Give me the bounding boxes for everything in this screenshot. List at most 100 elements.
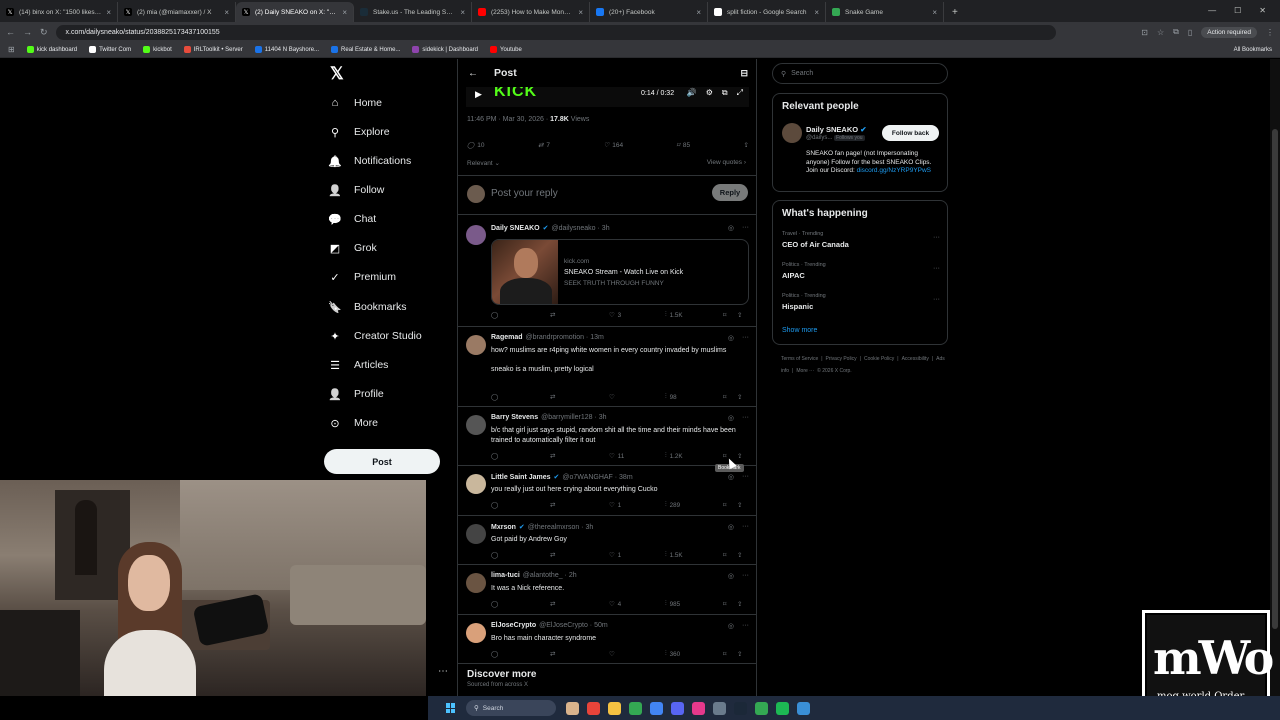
reply-author-name[interactable]: Daily SNEAKO xyxy=(491,225,540,232)
views-button[interactable]: ⫶ 1.5K xyxy=(665,551,723,559)
repost-stat[interactable]: ⇄ 7 xyxy=(538,141,550,150)
trend-item[interactable]: Politics · Trending Hispanic ··· xyxy=(782,293,940,311)
browser-tab[interactable]: Stake.us - The Leading Social C × xyxy=(354,2,472,22)
link-preview-card[interactable]: kick.com SNEAKO Stream - Watch Live on Ki… xyxy=(491,239,749,305)
discord-link[interactable]: discord.gg/NzYRP9YPwS xyxy=(857,167,931,174)
taskbar-app-icon[interactable] xyxy=(797,701,810,715)
like-button[interactable]: ♡ 1 xyxy=(609,502,665,509)
bookmark-icon[interactable]: ⌑ xyxy=(723,552,737,559)
reply-stat[interactable]: ◯ 10 xyxy=(467,141,485,150)
search-input[interactable]: ⚲ Search xyxy=(772,63,948,84)
close-tab-icon[interactable]: × xyxy=(696,8,701,17)
minimize-icon[interactable]: — xyxy=(1208,6,1216,15)
all-bookmarks-link[interactable]: All Bookmarks xyxy=(1234,47,1272,53)
more-options-icon[interactable]: ··· xyxy=(933,234,940,241)
sidebar-item-grok[interactable]: ◩ Grok xyxy=(328,241,377,255)
more-options-icon[interactable]: ··· xyxy=(933,265,940,272)
grok-icon[interactable]: ◎ xyxy=(728,523,734,531)
back-arrow-icon[interactable]: ← xyxy=(6,27,15,37)
sidebar-item-notifications[interactable]: 🔔 Notifications xyxy=(328,154,411,168)
grok-icon[interactable]: ◎ xyxy=(728,414,734,422)
reply-tweet[interactable]: Ragemad @brandrpromotion · 13m ◎ ··· how? mu… xyxy=(458,327,756,407)
browser-tab[interactable]: split fiction - Google Search × xyxy=(708,2,826,22)
sidebar-item-follow[interactable]: 👤 Follow xyxy=(328,183,384,197)
share-icon[interactable]: ⇪ xyxy=(737,651,742,658)
sidebar-item-explore[interactable]: ⚲ Explore xyxy=(328,125,390,139)
repost-icon[interactable]: ⇄ xyxy=(550,502,609,509)
back-arrow-icon[interactable]: ← xyxy=(468,68,478,79)
reply-author-name[interactable]: Barry Stevens xyxy=(491,414,538,421)
taskbar-app-icon[interactable] xyxy=(692,701,705,715)
like-button[interactable]: ♡ 1 xyxy=(609,552,665,559)
discord-icon[interactable] xyxy=(671,701,684,715)
avatar[interactable] xyxy=(466,623,486,643)
bookmark-item[interactable]: sidekick | Dashboard xyxy=(412,46,478,53)
view-quotes-link[interactable]: View quotes › xyxy=(707,159,746,166)
views-button[interactable]: ⫶ 1.2K xyxy=(665,452,723,460)
reply-icon[interactable]: ◯ xyxy=(491,601,550,608)
bookmark-item[interactable]: 11404 N Bayshore... xyxy=(254,46,319,53)
browser-tab[interactable]: (20+) Facebook × xyxy=(590,2,708,22)
bookmark-icon[interactable]: ⌑ xyxy=(723,651,737,658)
taskbar-app-icon[interactable] xyxy=(566,701,579,715)
reply-icon[interactable]: ◯ xyxy=(491,502,550,509)
avatar[interactable] xyxy=(466,573,486,593)
spotify-icon[interactable] xyxy=(776,701,789,715)
action-required-button[interactable]: Action required xyxy=(1201,26,1257,38)
avatar[interactable] xyxy=(466,524,486,544)
play-icon[interactable]: ▶ xyxy=(475,89,482,100)
reply-input[interactable]: Post your reply xyxy=(491,188,558,199)
extension-icon[interactable]: ⧉ xyxy=(1173,27,1179,37)
share-icon[interactable]: ⇪ xyxy=(737,601,742,608)
views-button[interactable]: ⫶ 1.5K xyxy=(665,311,723,319)
repost-icon[interactable]: ⇄ xyxy=(550,394,609,401)
views-button[interactable]: ⫶ 985 xyxy=(665,600,723,608)
repost-icon[interactable]: ⇄ xyxy=(550,312,609,319)
trend-item[interactable]: Politics · Trending AIPAC ··· xyxy=(782,262,940,280)
repost-icon[interactable]: ⇄ xyxy=(550,453,609,460)
bookmark-item[interactable]: kick dashboard xyxy=(26,46,77,53)
close-tab-icon[interactable]: × xyxy=(578,8,583,17)
more-options-icon[interactable]: ··· xyxy=(742,473,749,481)
settings-icon[interactable]: ⚙ xyxy=(706,88,713,98)
reply-author-name[interactable]: Little Saint James xyxy=(491,474,551,481)
taskbar-app-icon[interactable] xyxy=(629,701,642,715)
share-icon[interactable]: ⇪ xyxy=(737,552,742,559)
sidebar-item-profile[interactable]: 👤 Profile xyxy=(328,387,384,401)
taskbar-app-icon[interactable] xyxy=(587,701,600,715)
taskbar-app-icon[interactable] xyxy=(755,701,768,715)
windows-start-icon[interactable] xyxy=(446,703,456,713)
avatar[interactable] xyxy=(466,474,486,494)
more-options-icon[interactable]: ··· xyxy=(742,523,749,531)
close-window-icon[interactable]: ✕ xyxy=(1259,6,1266,15)
url-field[interactable]: x.com/dailysneako/status/203882517343710… xyxy=(55,24,1056,40)
footer-link[interactable]: Privacy Policy xyxy=(826,356,857,362)
post-button[interactable]: Post xyxy=(324,449,440,474)
bookmark-stat[interactable]: ⌑ 85 xyxy=(677,141,691,150)
views-button[interactable]: ⫶ 360 xyxy=(665,650,723,658)
close-tab-icon[interactable]: × xyxy=(814,8,819,17)
bookmark-icon[interactable]: ⌑ xyxy=(723,312,737,319)
browser-tab[interactable]: 𝕏 (14) binx on X: "1500 likes on a × xyxy=(0,2,118,22)
avatar[interactable] xyxy=(466,335,486,355)
apps-icon[interactable]: ⊞ xyxy=(8,45,15,54)
reload-icon[interactable]: ↻ xyxy=(40,27,48,38)
footer-link[interactable]: Cookie Policy xyxy=(864,356,894,362)
repost-icon[interactable]: ⇄ xyxy=(550,552,609,559)
sidebar-item-bookmarks[interactable]: 🔖 Bookmarks xyxy=(328,300,406,314)
share-icon[interactable]: ⇪ xyxy=(744,141,749,149)
share-icon[interactable]: ⇪ xyxy=(737,394,742,401)
install-icon[interactable]: ⊡ xyxy=(1141,28,1148,37)
close-tab-icon[interactable]: × xyxy=(932,8,937,17)
scrollbar-thumb[interactable] xyxy=(1272,129,1278,629)
bookmark-item[interactable]: Real Estate & Home... xyxy=(331,46,400,53)
reply-icon[interactable]: ◯ xyxy=(491,651,550,658)
repost-icon[interactable]: ⇄ xyxy=(550,651,609,658)
bookmark-item[interactable]: Youtube xyxy=(490,46,522,53)
avatar[interactable] xyxy=(782,123,802,143)
forward-arrow-icon[interactable]: → xyxy=(23,27,32,37)
reply-icon[interactable]: ◯ xyxy=(491,552,550,559)
close-tab-icon[interactable]: × xyxy=(342,8,347,17)
close-tab-icon[interactable]: × xyxy=(460,8,465,17)
like-button[interactable]: ♡ 4 xyxy=(609,601,665,608)
